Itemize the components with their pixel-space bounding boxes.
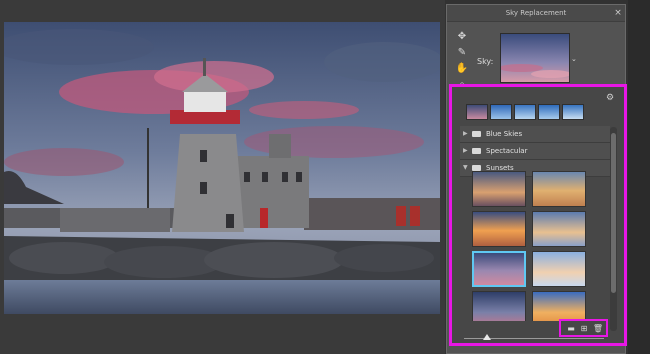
slider-handle[interactable] — [483, 334, 491, 340]
folder-icon — [472, 131, 481, 137]
sky-thumbnail[interactable] — [472, 171, 526, 207]
folder-icon — [472, 148, 481, 154]
sky-thumbnail[interactable] — [532, 251, 586, 287]
sky-thumbnail[interactable] — [532, 211, 586, 247]
sky-brush-icon[interactable]: ✎ — [453, 45, 471, 61]
folder-label: Spectacular — [486, 147, 528, 155]
recent-sky-thumb[interactable] — [466, 104, 488, 120]
sky-thumbnail[interactable] — [472, 211, 526, 247]
hand-icon[interactable]: ✋ — [453, 61, 471, 77]
document-image[interactable] — [4, 22, 440, 314]
dialog-title: Sky Replacement — [447, 5, 625, 22]
sunsets-sky-grid — [472, 171, 608, 321]
add-sky-icon[interactable]: ⊞ — [578, 323, 590, 334]
close-icon[interactable]: × — [611, 5, 625, 21]
recent-sky-thumb[interactable] — [562, 104, 584, 120]
folder-blue-skies[interactable]: ▶ Blue Skies — [460, 126, 610, 143]
move-icon[interactable]: ✥ — [453, 29, 471, 45]
sky-thumbnail[interactable] — [472, 291, 526, 321]
recent-sky-thumb[interactable] — [514, 104, 536, 120]
sky-thumbnail-selected[interactable] — [472, 251, 526, 287]
folder-spectacular[interactable]: ▶ Spectacular — [460, 143, 610, 160]
folder-label: Blue Skies — [486, 130, 523, 138]
delete-icon[interactable]: 🗑 — [592, 323, 604, 334]
chevron-down-icon: ▼ — [463, 164, 468, 171]
sky-thumbnail[interactable] — [532, 291, 586, 321]
sky-presets-panel: ⚙ ▶ Blue Skies ▶ Spectacular ▼ Sunsets ▬… — [449, 84, 627, 346]
right-panel-strip — [628, 0, 650, 354]
recent-sky-thumb[interactable] — [538, 104, 560, 120]
sky-label: Sky: — [477, 57, 494, 66]
sky-thumbnail[interactable] — [532, 171, 586, 207]
gear-icon[interactable]: ⚙ — [606, 93, 614, 103]
chevron-down-icon[interactable]: ⌄ — [571, 55, 577, 63]
new-folder-icon[interactable]: ▬ — [565, 323, 577, 334]
sky-preview-thumbnail[interactable] — [500, 33, 570, 83]
recent-sky-thumb[interactable] — [490, 104, 512, 120]
scrollbar-thumb[interactable] — [611, 133, 616, 293]
chevron-right-icon: ▶ — [463, 130, 468, 137]
preset-actions-group: ▬ ⊞ 🗑 — [559, 319, 608, 337]
chevron-right-icon: ▶ — [463, 147, 468, 154]
